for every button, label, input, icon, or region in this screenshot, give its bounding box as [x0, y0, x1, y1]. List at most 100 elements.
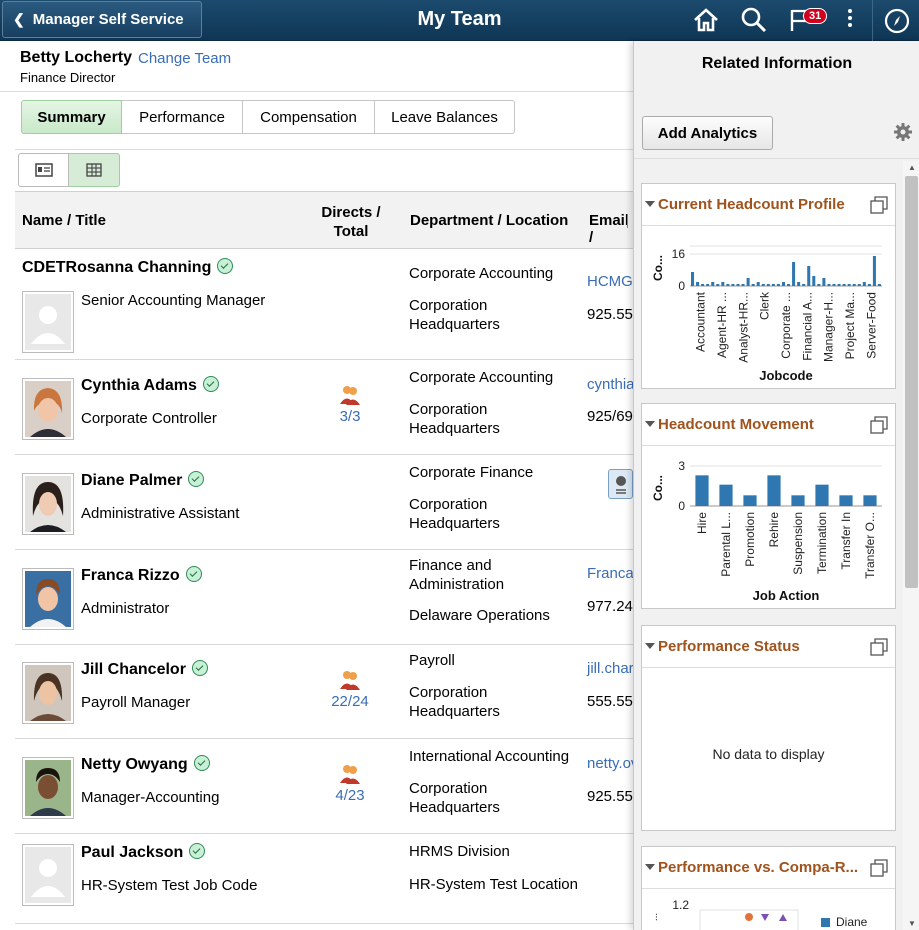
expand-icon[interactable]: [870, 196, 888, 214]
table-row[interactable]: Diane Palmer Administrative Assistant Co…: [15, 455, 633, 550]
phone: 925/69: [587, 408, 633, 425]
team-grid: Name / Title Directs / Total Department …: [15, 191, 633, 924]
grid-view-button[interactable]: [69, 153, 120, 187]
employee-title: HR-System Test Job Code: [81, 877, 258, 894]
table-row[interactable]: Netty Owyang Manager-Accounting 4/23 Int…: [15, 739, 633, 834]
location-line2: Headquarters: [409, 703, 500, 720]
collapse-icon[interactable]: [645, 643, 655, 649]
scroll-down-icon[interactable]: ▼: [908, 919, 916, 928]
directs-link[interactable]: 3/3: [330, 384, 370, 425]
tab-leave-balances[interactable]: Leave Balances: [375, 100, 515, 134]
column-header-department[interactable]: Department / Location: [410, 212, 568, 229]
employee-name[interactable]: Netty Owyang: [81, 755, 210, 774]
expand-icon[interactable]: [870, 859, 888, 877]
directs-count: 3/3: [339, 408, 361, 425]
chart-bar: [736, 284, 740, 286]
scroll-up-icon[interactable]: ▲: [908, 163, 916, 172]
table-row[interactable]: CDETRosanna Channing Senior Accounting M…: [15, 249, 633, 360]
card-header[interactable]: Performance Status: [642, 626, 895, 668]
back-button[interactable]: ❮ Manager Self Service: [2, 1, 202, 38]
email-link[interactable]: cynthia: [587, 376, 633, 393]
notification-count-badge: 31: [803, 8, 828, 24]
employee-name[interactable]: Cynthia Adams: [81, 376, 219, 395]
view-toggle: [18, 153, 120, 187]
employee-name[interactable]: Diane Palmer: [81, 471, 205, 490]
column-header-directs[interactable]: Directs / Total: [315, 203, 387, 241]
x-tick-label: Transfer O...: [863, 512, 877, 579]
panel-title: Related Information: [701, 55, 853, 72]
employee-name-text: CDETRosanna Channing: [22, 259, 212, 276]
y-tick-label: 16: [672, 247, 686, 261]
tab-compensation[interactable]: Compensation: [243, 100, 375, 134]
home-icon[interactable]: [692, 6, 720, 34]
location: Corporation Headquarters: [409, 296, 500, 334]
card-header[interactable]: Performance vs. Compa-R...: [642, 847, 895, 889]
chart-bar: [696, 282, 700, 286]
email-link[interactable]: Franca: [587, 565, 633, 582]
gear-icon[interactable]: [893, 122, 913, 142]
directs-link[interactable]: 22/24: [330, 669, 370, 710]
x-tick-label: Accountant: [694, 291, 708, 352]
employee-title: Manager-Accounting: [81, 789, 220, 806]
performance-status-card: Performance Status No data to display: [641, 625, 896, 831]
header-divider: [872, 0, 873, 41]
navbar-compass-icon[interactable]: [884, 8, 910, 34]
add-analytics-button[interactable]: Add Analytics: [642, 116, 773, 150]
y-tick-label: 3: [678, 459, 685, 473]
table-row[interactable]: Jill Chancelor Payroll Manager 22/24 Pay…: [15, 645, 633, 739]
card-view-icon: [34, 163, 53, 177]
directs-count: 4/23: [335, 787, 365, 804]
location: HR-System Test Location: [409, 876, 578, 893]
directs-link[interactable]: 4/23: [330, 763, 370, 804]
collapse-icon[interactable]: [645, 421, 655, 427]
table-row[interactable]: Franca Rizzo Administrator Finance and Ad…: [15, 550, 633, 645]
email-link[interactable]: HCMGI: [587, 273, 633, 290]
chart-bar: [827, 284, 831, 286]
scrollbar-thumb[interactable]: [905, 176, 918, 588]
tab-summary[interactable]: Summary: [21, 100, 122, 134]
chevron-left-icon: ❮: [13, 11, 25, 27]
phone: 925.55: [587, 788, 633, 805]
search-icon[interactable]: [740, 6, 768, 34]
related-information-panel: Related Information Add Analytics Curren…: [633, 41, 919, 930]
expand-icon[interactable]: [870, 416, 888, 434]
email-link[interactable]: jill.char: [587, 660, 633, 677]
change-team-link[interactable]: Change Team: [138, 50, 231, 67]
actions-menu-icon[interactable]: [846, 9, 854, 31]
employee-name[interactable]: Franca Rizzo: [81, 566, 202, 585]
tab-performance[interactable]: Performance: [122, 100, 243, 134]
card-header[interactable]: Current Headcount Profile: [642, 184, 895, 226]
card-chart: 16 0 Co... Accountant Agent-HR ... Analyst-HR…: [642, 226, 895, 393]
table-row[interactable]: Cynthia Adams Corporate Controller 3/3 C…: [15, 360, 633, 455]
table-row[interactable]: Paul Jackson HR-System Test Job Code HRM…: [15, 834, 633, 924]
collapse-icon[interactable]: [645, 864, 655, 870]
employee-photo: [22, 844, 74, 906]
chart-bar: [877, 284, 881, 286]
employee-name[interactable]: CDETRosanna Channing: [22, 258, 234, 277]
card-title: Headcount Movement: [658, 416, 814, 433]
card-view-button[interactable]: [18, 153, 69, 187]
department: Corporate Accounting: [409, 265, 554, 282]
employee-name[interactable]: Jill Chancelor: [81, 660, 208, 679]
employee-name[interactable]: Paul Jackson: [81, 843, 206, 862]
email-link[interactable]: netty.ov: [587, 755, 633, 772]
expand-icon[interactable]: [870, 638, 888, 656]
panel-scrollbar[interactable]: ▲ ▼: [903, 161, 919, 930]
collapse-icon[interactable]: [645, 201, 655, 207]
location: Corporation Headquarters: [409, 779, 500, 817]
card-header[interactable]: Headcount Movement: [642, 404, 895, 446]
team-people-icon: [340, 386, 360, 405]
chart-bar: [781, 282, 785, 286]
employee-photo: [22, 662, 74, 724]
x-tick-label: Clerk: [758, 291, 772, 320]
employee-name-text: Cynthia Adams: [81, 377, 197, 394]
chart-bar: [797, 282, 801, 286]
analytics-tab-button[interactable]: [608, 469, 633, 499]
check-status-icon: [191, 660, 208, 676]
chart-bar: [695, 475, 709, 506]
column-header-name[interactable]: Name / Title: [22, 212, 106, 229]
location-line1: Corporation: [409, 496, 488, 513]
employee-name-text: Paul Jackson: [81, 844, 184, 861]
phone: 555.55: [587, 693, 633, 710]
employee-photo: [22, 473, 74, 535]
